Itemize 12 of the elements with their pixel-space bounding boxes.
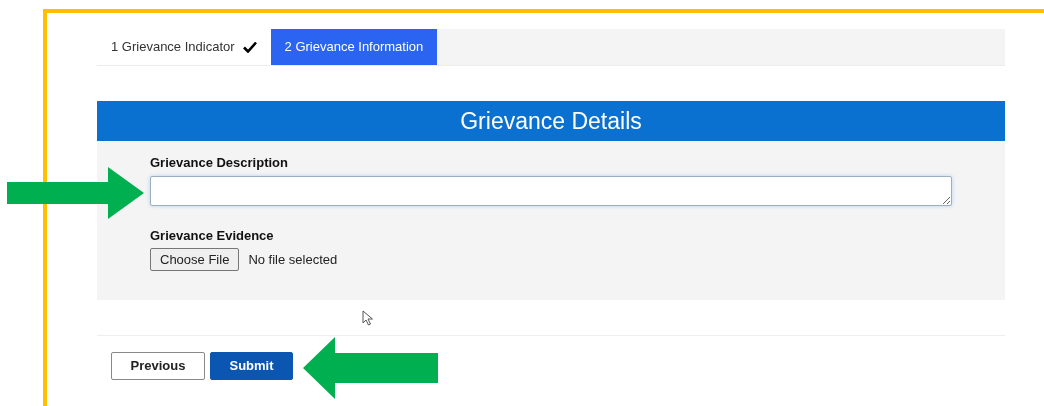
file-status: No file selected: [248, 250, 338, 269]
mouse-pointer-icon: [362, 309, 374, 326]
step-tab[interactable]: 1 Grievance Indicator: [97, 29, 271, 65]
description-field[interactable]: [150, 175, 952, 206]
checkmark-icon: [242, 41, 257, 53]
choose-file-button[interactable]: Choose File: [150, 248, 240, 271]
step-tab[interactable]: 2 Grievance Information: [270, 29, 438, 65]
section-header: Grievance Details: [97, 101, 1005, 141]
field-label: Grievance Evidence: [150, 226, 275, 245]
submit-button[interactable]: Submit: [210, 352, 293, 380]
previous-button[interactable]: Previous: [111, 352, 205, 380]
field-label: Grievance Description: [150, 154, 289, 172]
